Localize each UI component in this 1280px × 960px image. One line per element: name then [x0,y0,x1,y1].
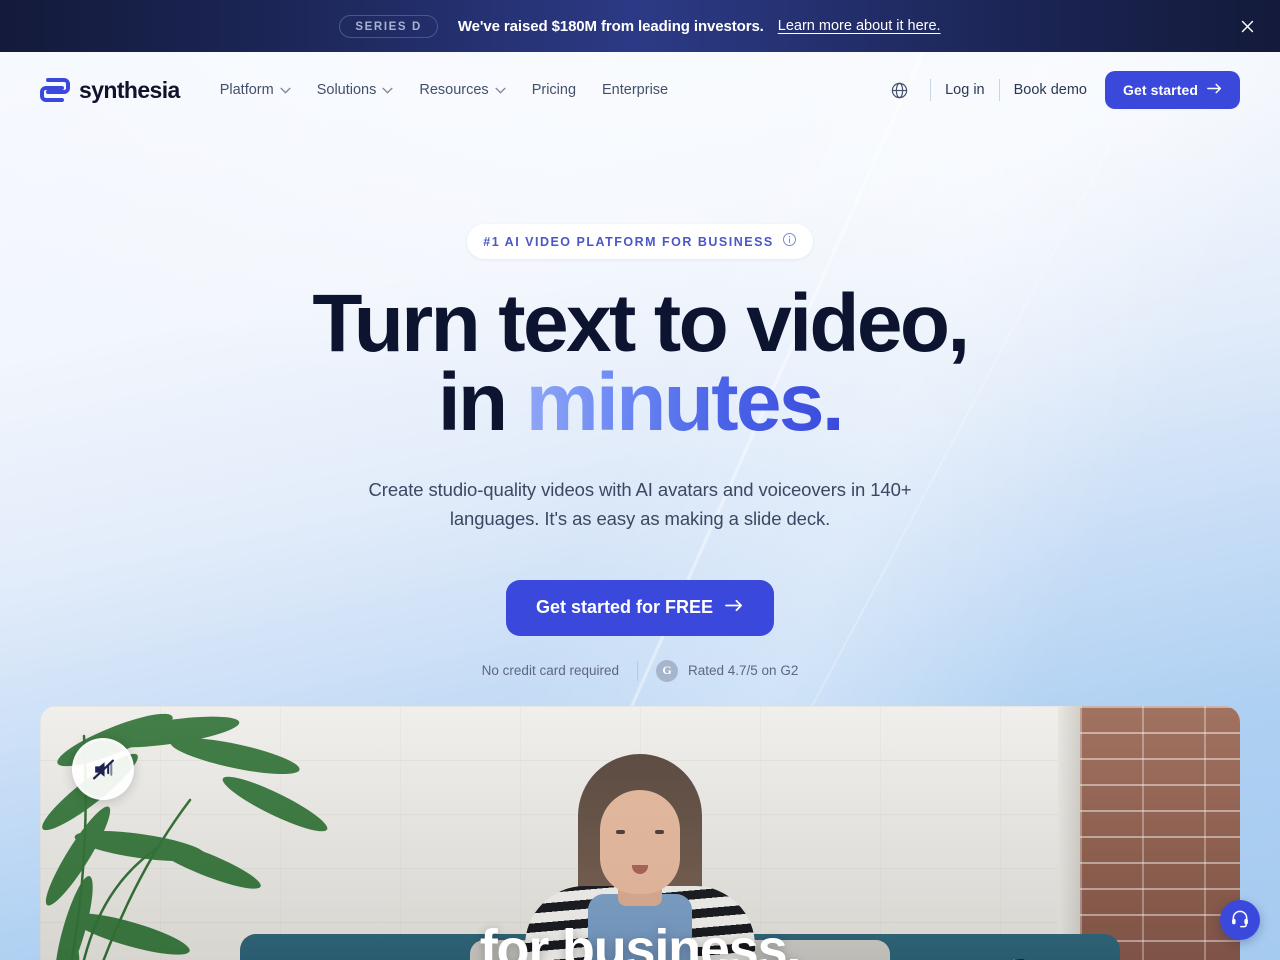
nav-item-pricing[interactable]: Pricing [532,82,576,98]
no-credit-card-text: No credit card required [481,663,619,679]
trust-row: No credit card required G Rated 4.7/5 on… [0,659,1280,682]
announcement-banner: SERIES D We've raised $180M from leading… [0,0,1280,52]
globe-icon[interactable] [882,73,916,107]
nav-item-solutions[interactable]: Solutions [317,82,394,98]
banner-learn-more-link[interactable]: Learn more about it here. [778,18,941,34]
hero-video-player[interactable]: for business. [40,706,1240,960]
speaker-muted-icon[interactable] [72,738,134,800]
nav-item-label: Pricing [531,82,577,98]
nav-item-label: Resources [419,82,489,98]
chevron-down-icon [495,82,506,98]
status-badge-label: #1 AI VIDEO PLATFORM FOR BUSINESS [483,235,774,249]
divider [998,79,1000,101]
chevron-down-icon [280,82,291,98]
logo-wordmark: synthesia [79,76,180,103]
page-title: Turn text to video, in minutes. [0,283,1280,444]
arrow-right-icon [725,597,744,618]
info-icon[interactable] [782,232,797,252]
close-icon[interactable] [1230,9,1264,43]
login-link[interactable]: Log in [945,82,985,98]
video-caption: for business. [479,919,802,960]
cta-label: Get started for FREE [535,597,714,618]
chevron-down-icon [382,82,393,98]
synthesia-logo-icon [40,78,70,102]
nav-item-resources[interactable]: Resources [419,82,506,98]
get-started-button[interactable]: Get started [1104,71,1240,109]
support-chat-button[interactable] [1220,900,1260,940]
synthesia-logo[interactable]: synthesia [40,77,180,104]
g2-rating-text: Rated 4.7/5 on G2 [688,663,799,679]
headset-icon [1230,908,1250,933]
headline-line-1: Turn text to video, [312,278,970,369]
nav-item-label: Solutions [316,82,377,98]
nav-item-label: Enterprise [602,82,669,98]
divider [930,79,932,101]
main-navigation: synthesia Platform Solutions Resources P… [0,52,1280,128]
banner-message: We've raised $180M from leading investor… [457,17,764,35]
get-started-free-button[interactable]: Get started for FREE [505,579,775,636]
divider [637,660,638,681]
nav-links: Platform Solutions Resources Pricing Ent… [220,82,668,98]
series-badge: SERIES D [339,14,438,38]
hero-subheading: Create studio-quality videos with AI ava… [368,479,912,530]
nav-item-platform[interactable]: Platform [220,82,291,98]
headline-line-2-accent: minutes. [525,356,845,448]
g2-logo-icon: G [656,659,678,682]
status-badge[interactable]: #1 AI VIDEO PLATFORM FOR BUSINESS [467,224,813,259]
nav-item-enterprise[interactable]: Enterprise [602,82,668,98]
arrow-right-icon [1207,82,1222,98]
hero-section: synthesia Platform Solutions Resources P… [0,52,1280,960]
hero-content: #1 AI VIDEO PLATFORM FOR BUSINESS Turn t… [0,128,1280,682]
book-demo-link[interactable]: Book demo [1014,82,1087,98]
headline-line-2-plain: in [437,356,526,448]
get-started-label: Get started [1122,82,1198,98]
nav-actions: Log in Book demo Get started [882,71,1240,109]
nav-item-label: Platform [219,82,274,98]
